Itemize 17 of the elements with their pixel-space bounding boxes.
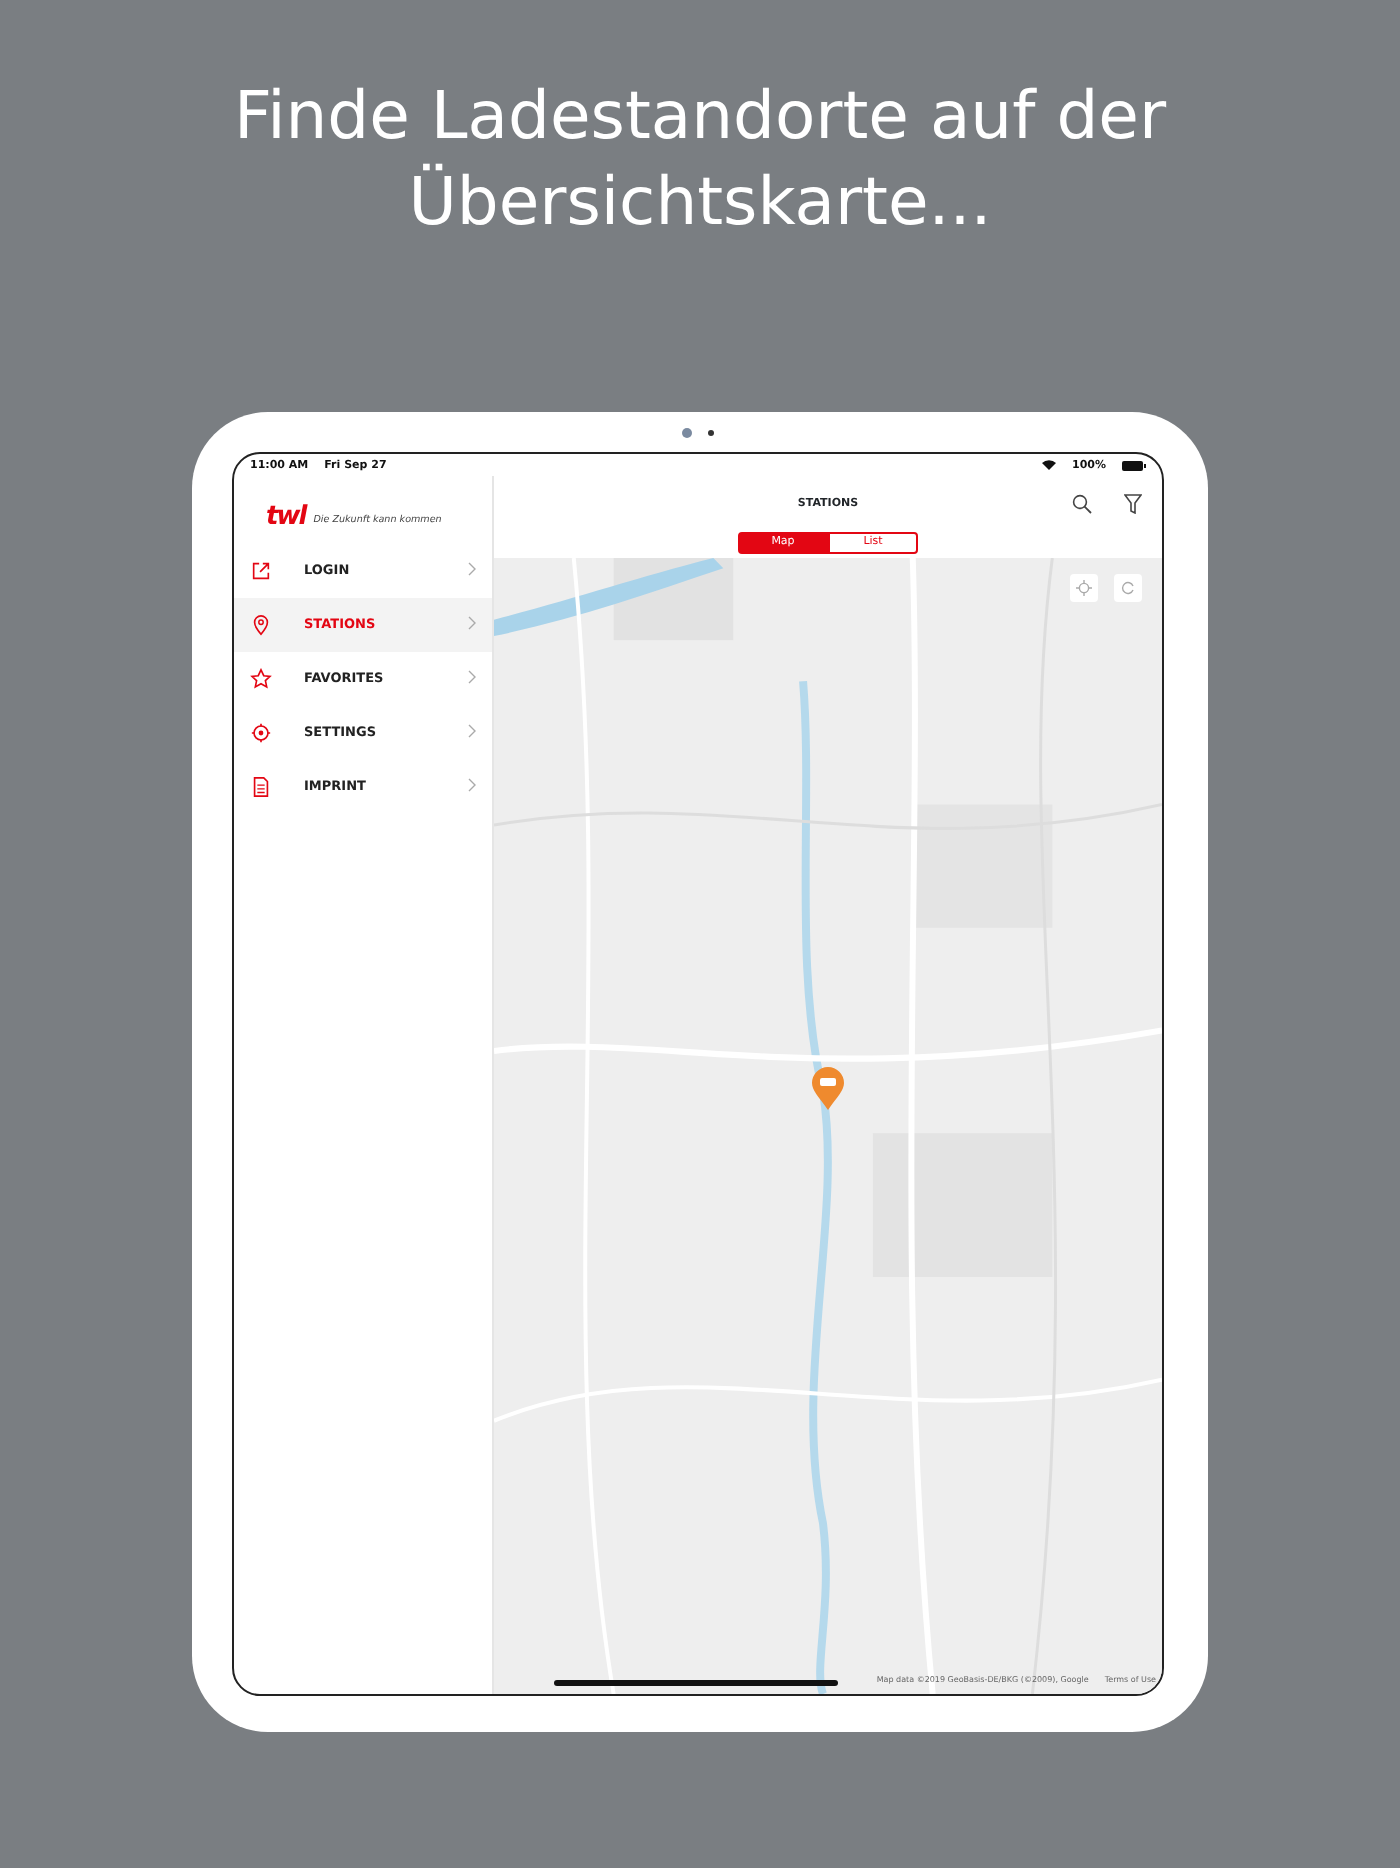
filter-icon[interactable]	[1124, 494, 1142, 514]
headline: Übersichtskarte...	[406, 160, 994, 244]
refresh-icon[interactable]	[1114, 574, 1142, 602]
wifi-icon	[1042, 458, 1056, 476]
search-icon[interactable]	[1072, 494, 1092, 514]
locate-icon[interactable]	[1070, 574, 1098, 602]
external-link-icon	[250, 560, 272, 582]
battery-icon	[1122, 458, 1146, 476]
camera-icon	[682, 427, 692, 437]
document-icon	[250, 776, 272, 798]
headline: Finde Ladestandorte auf der	[231, 74, 1169, 158]
logo: twl	[266, 499, 306, 535]
sensor-icon	[708, 429, 714, 435]
station-pin-icon[interactable]	[810, 1066, 846, 1110]
star-icon	[250, 668, 272, 690]
location-pin-icon	[250, 614, 272, 636]
gear-icon	[250, 722, 272, 744]
